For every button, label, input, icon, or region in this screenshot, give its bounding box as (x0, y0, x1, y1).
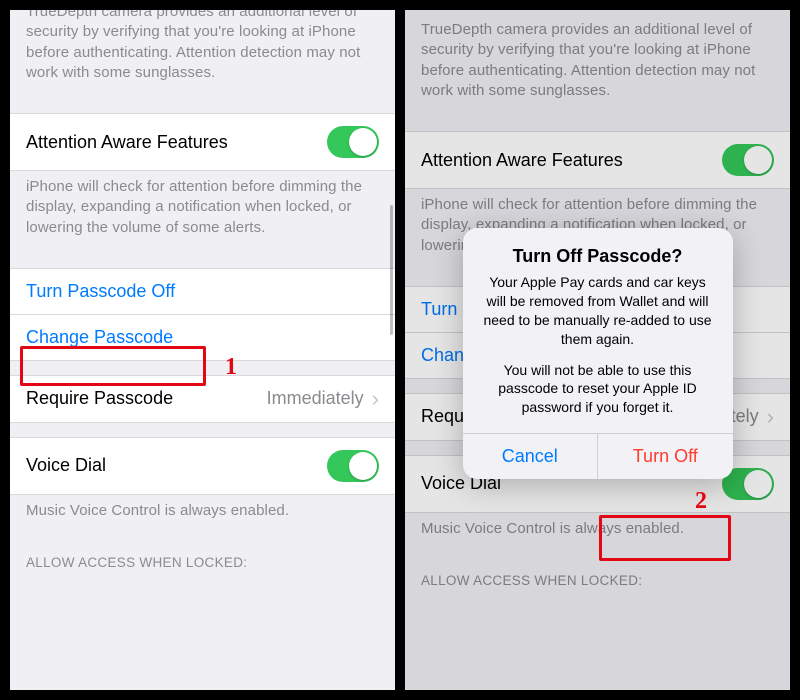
allow-access-section-header: ALLOW ACCESS WHEN LOCKED: (10, 537, 395, 576)
attention-aware-label: Attention Aware Features (26, 132, 228, 153)
change-passcode-row[interactable]: Change Passcode (10, 314, 395, 360)
voice-dial-toggle[interactable] (327, 450, 379, 482)
alert-cancel-button[interactable]: Cancel (463, 434, 598, 479)
turn-off-passcode-alert: Turn Off Passcode? Your Apple Pay cards … (463, 228, 733, 479)
alert-turn-off-button[interactable]: Turn Off (597, 434, 733, 479)
alert-message-2: You will not be able to use this passcod… (479, 361, 717, 418)
attention-aware-toggle[interactable] (327, 126, 379, 158)
attention-aware-help-text: iPhone will check for attention before d… (10, 171, 395, 254)
alert-title: Turn Off Passcode? (479, 246, 717, 267)
turn-passcode-off-row[interactable]: Turn Passcode Off (10, 269, 395, 314)
alert-message-1: Your Apple Pay cards and car keys will b… (479, 273, 717, 349)
truedepth-help-text: TrueDepth camera provides an additional … (10, 10, 395, 99)
right-screenshot: TrueDepth camera provides an additional … (405, 10, 790, 690)
require-passcode-label: Require Passcode (26, 388, 173, 409)
voice-dial-label: Voice Dial (26, 455, 106, 476)
left-screenshot: TrueDepth camera provides an additional … (10, 10, 395, 690)
voice-dial-help-text: Music Voice Control is always enabled. (10, 495, 395, 537)
scrollbar-indicator[interactable] (390, 205, 393, 335)
voice-dial-row[interactable]: Voice Dial (10, 438, 395, 494)
require-passcode-value: Immediately (267, 388, 364, 409)
require-passcode-row[interactable]: Require Passcode Immediately › (10, 376, 395, 422)
chevron-right-icon: › (372, 388, 379, 410)
attention-aware-row[interactable]: Attention Aware Features (10, 114, 395, 170)
